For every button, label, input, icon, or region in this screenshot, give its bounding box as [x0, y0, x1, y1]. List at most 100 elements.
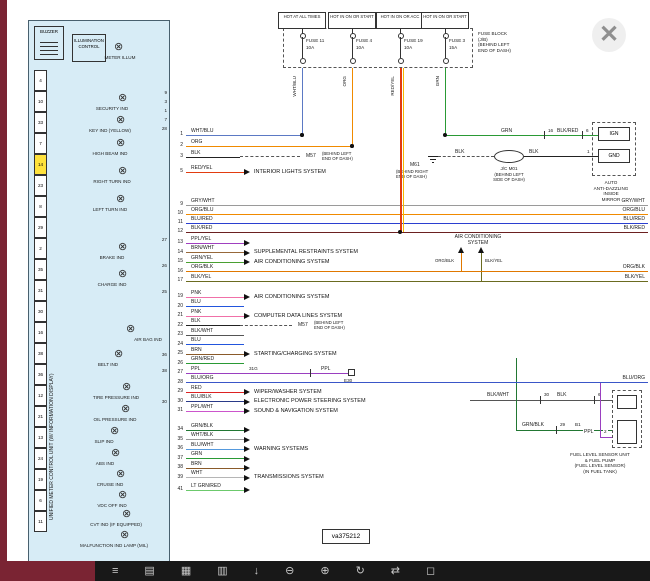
wire-line [186, 271, 648, 272]
row-pin-number: 9 [170, 201, 183, 207]
system-label: WIPER/WASHER SYSTEM [253, 389, 323, 396]
row-pin-number: 34 [170, 426, 183, 432]
indicator-label: OIL PRESSURE IND [73, 417, 157, 423]
wire-color-label: BLK/WHT [190, 328, 214, 334]
wire-color-label: BLU [190, 337, 202, 343]
connector-pin: 2 [34, 238, 47, 259]
connector-pin: 11 [34, 511, 47, 532]
pages-icon[interactable]: ▤ [144, 564, 154, 578]
wire-color-label: PPL/YEL [190, 236, 212, 242]
arrow-icon [244, 399, 250, 405]
indicator-label: VDC OFF IND [70, 503, 154, 509]
connector-pin: 13 [34, 427, 47, 448]
wire-color-label: BRN [190, 461, 203, 467]
junction-dot [350, 144, 354, 148]
circuit-tag: 31G [248, 366, 259, 372]
wire-color-label: WHT [190, 470, 203, 476]
arrow-icon [244, 487, 250, 493]
wire-line [186, 205, 648, 206]
close-button[interactable]: ✕ [592, 18, 626, 52]
wire-color-right-label: ORG/BLK [622, 264, 646, 270]
fuse-element [352, 37, 353, 58]
connector-symbol [348, 369, 355, 376]
fuse-rating: 15A [449, 45, 457, 51]
wire-color-right-label: ORG/BLU [621, 207, 646, 213]
indicator-label: BELT IND [66, 362, 150, 368]
system-label: INTERIOR LIGHTS SYSTEM [253, 169, 327, 176]
fullscreen-icon[interactable]: ◻ [426, 564, 435, 578]
fuse-element [302, 37, 303, 58]
row-pin-number: 20 [170, 303, 183, 309]
wire-color-label: PNK [190, 290, 202, 296]
bulb-icon: ⊗ [118, 490, 127, 501]
connector-pin: 35 [34, 259, 47, 280]
feed-wire-stripe [403, 68, 404, 232]
wire-line-dashed [240, 325, 292, 326]
arrow-icon [244, 351, 250, 357]
wire-line [186, 430, 244, 431]
wire-color-label: WHT/BLU [190, 128, 215, 134]
panel-edge-pin: 1 [157, 108, 167, 114]
fuse-element [400, 37, 401, 58]
indicator-label: SLIP IND [62, 439, 146, 445]
pan-icon[interactable]: ⇄ [391, 564, 400, 578]
feed-wire-label: ORG [342, 76, 348, 86]
wire-color-label: BLU/BLK [190, 394, 213, 400]
wire-line [186, 281, 648, 282]
indicator-label: BRAKE IND [70, 255, 154, 261]
system-label: TRANSMISSIONS SYSTEM [253, 474, 325, 481]
arrow-icon [244, 294, 250, 300]
wire-line [186, 477, 244, 478]
download-icon[interactable]: ↓ [254, 564, 260, 578]
wire-color-label: WHT/BLK [190, 432, 214, 438]
wire-line [186, 316, 244, 317]
row-pin-number: 30 [170, 398, 183, 404]
indicator-label: RIGHT TURN IND [70, 179, 154, 185]
wire-color-label: BLK/RED [190, 225, 213, 231]
thumbnails-icon[interactable]: ▦ [181, 564, 191, 578]
fuse-rating: 10A [356, 45, 364, 51]
feed-wire [445, 68, 446, 135]
connector-pin: 10 [34, 91, 47, 112]
hot-feed-label: HOT IN ON OR START [421, 12, 469, 29]
zoom-in-icon[interactable]: ⊕ [320, 564, 329, 578]
indicator-label: CRUISE IND [68, 482, 152, 488]
fuse-terminal [300, 58, 306, 64]
menu-icon[interactable]: ≡ [112, 564, 118, 578]
connector-pin: 36 [34, 364, 47, 385]
hot-feed-label: HOT IN ON OR START [328, 12, 376, 29]
wire-color-label: GRN/BLK [190, 423, 214, 429]
bulb-icon: ⊗ [116, 115, 125, 126]
wire-color-label: ORG/BLU [190, 207, 215, 213]
wire-color-label: PNK [190, 309, 202, 315]
panel-edge-pin: 28 [157, 126, 167, 132]
columns-icon[interactable]: ▥ [217, 564, 227, 578]
junction-dot [300, 133, 304, 137]
bulb-icon: ⊗ [114, 349, 123, 360]
system-label: COMPUTER DATA LINES SYSTEM [253, 313, 343, 320]
feed-wire [400, 68, 402, 232]
bulb-icon: ⊗ [118, 93, 127, 104]
arrow-icon [244, 427, 250, 433]
fuse-terminal [350, 58, 356, 64]
wire-line [186, 172, 244, 173]
wire-color-right-label: BLK/YEL [624, 274, 646, 280]
indicator-label: METER ILLUM [78, 55, 162, 61]
row-pin-number: 27 [170, 369, 183, 375]
row-pin-number: 15 [170, 258, 183, 264]
bulb-icon: ⊗ [116, 138, 125, 149]
arrow-icon [244, 169, 250, 175]
panel-edge-pin: 36 [157, 352, 167, 358]
zoom-out-icon[interactable]: ⊖ [285, 564, 294, 578]
bulb-icon: ⊗ [116, 469, 125, 480]
fuse-name: FUSE 4 [356, 38, 372, 44]
fuse-name: FUSE 3 [449, 38, 465, 44]
connector-pin: 38 [34, 343, 47, 364]
wire-color-label: RED/YEL [190, 165, 213, 171]
rotate-icon[interactable]: ↻ [356, 564, 365, 578]
wire-line [186, 306, 244, 307]
row-pin-number: 14 [170, 249, 183, 255]
wire-line [186, 223, 648, 224]
junction-dot [443, 133, 447, 137]
feed-wire [352, 68, 353, 146]
